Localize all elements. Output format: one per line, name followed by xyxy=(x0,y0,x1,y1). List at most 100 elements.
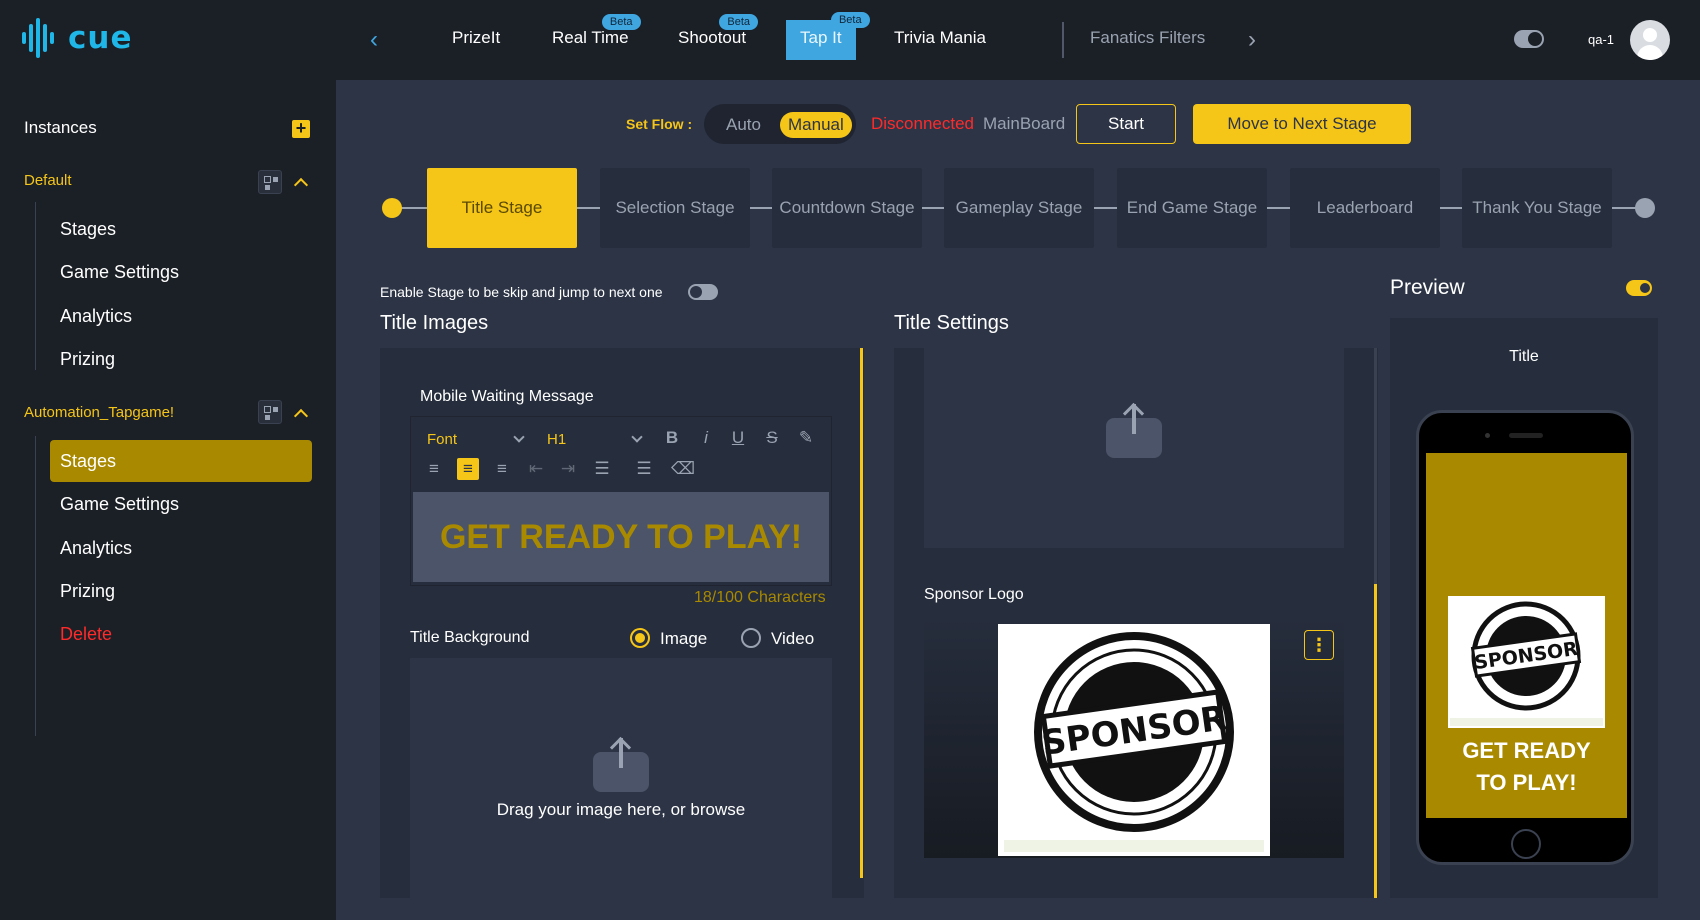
upload-icon xyxy=(1106,404,1162,458)
flow-manual-option[interactable]: Manual xyxy=(780,112,852,138)
chevron-up-icon[interactable] xyxy=(293,177,309,193)
bold-icon[interactable]: B xyxy=(661,427,683,449)
phone-speaker xyxy=(1509,433,1543,438)
indent-increase-icon[interactable]: ⇥ xyxy=(557,458,579,480)
mobile-waiting-message-label: Mobile Waiting Message xyxy=(420,388,594,405)
image-radio-label[interactable]: Image xyxy=(660,629,707,649)
logo-text: cue xyxy=(68,20,133,56)
sponsor-stamp-icon: SPONSOR xyxy=(1004,632,1264,852)
align-center-icon[interactable]: ≡ xyxy=(457,458,479,480)
phone-mockup: SPONSOR GET READY TO PLAY! xyxy=(1416,410,1634,865)
sidebar-item-prizing[interactable]: Prizing xyxy=(50,338,312,380)
tab-shootout[interactable]: Shootout Beta xyxy=(678,14,759,48)
qr-code-icon[interactable] xyxy=(258,170,282,194)
top-bar: cue ‹ PrizeIt Real Time Beta Shootout Beta… xyxy=(0,0,1700,80)
tree-line xyxy=(35,436,36,736)
video-radio-label[interactable]: Video xyxy=(771,629,814,649)
eraser-icon[interactable]: ⌫ xyxy=(671,458,695,480)
font-select[interactable]: Font xyxy=(427,431,457,448)
tab-tap-it[interactable]: Tap It Beta xyxy=(786,12,870,60)
preview-toggle[interactable] xyxy=(1626,280,1652,296)
image-radio[interactable] xyxy=(630,628,650,648)
nav-next-icon[interactable]: › xyxy=(1248,26,1256,54)
preview-heading: Preview xyxy=(1390,276,1465,299)
sidebar-item-prizing[interactable]: Prizing xyxy=(50,570,312,612)
tab-prizeit[interactable]: PrizeIt xyxy=(452,28,500,48)
more-options-icon[interactable]: ⋮ xyxy=(1304,630,1334,660)
character-count: 18/100 Characters xyxy=(694,589,826,606)
chevron-up-icon[interactable] xyxy=(293,408,309,424)
sidebar-item-stages-active[interactable]: Stages xyxy=(50,440,312,482)
preview-panel: Title SPONSOR GET READY TO PLAY! xyxy=(1390,318,1658,898)
video-radio[interactable] xyxy=(741,628,761,648)
stage-gameplay[interactable]: Gameplay Stage xyxy=(944,168,1094,248)
strikethrough-icon[interactable]: S xyxy=(761,427,783,449)
indent-decrease-icon[interactable]: ⇤ xyxy=(525,458,547,480)
title-settings-scrollbar[interactable] xyxy=(1374,584,1377,898)
nav-divider xyxy=(1062,22,1064,58)
rich-text-editor: Font H1 B i U S ✎ ≡ ≡ ≡ ⇤ ⇥ ☰ ☰ ⌫ GET RE… xyxy=(410,416,832,586)
stage-thank-you[interactable]: Thank You Stage xyxy=(1462,168,1612,248)
user-name: qa-1 xyxy=(1588,32,1615,47)
tab-trivia-mania[interactable]: Trivia Mania xyxy=(894,28,986,48)
highlight-icon[interactable]: ✎ xyxy=(795,427,817,449)
sidebar-item-analytics[interactable]: Analytics xyxy=(50,295,312,337)
nav-prev-icon[interactable]: ‹ xyxy=(370,26,378,54)
skip-stage-label: Enable Stage to be skip and jump to next… xyxy=(380,284,663,300)
sidebar: Instances + Default Stages Game Settings… xyxy=(0,80,336,920)
preview-stage-label: Title xyxy=(1509,348,1539,365)
chevron-down-icon[interactable] xyxy=(631,431,643,443)
move-next-stage-button[interactable]: Move to Next Stage xyxy=(1193,104,1411,144)
sidebar-item-game-settings[interactable]: Game Settings xyxy=(50,483,312,525)
upload-zone[interactable] xyxy=(924,348,1344,548)
underline-icon[interactable]: U xyxy=(727,427,749,449)
stage-end-game[interactable]: End Game Stage xyxy=(1117,168,1267,248)
heading-select[interactable]: H1 xyxy=(547,431,566,448)
tab-fanatics-filters[interactable]: Fanatics Filters xyxy=(1090,28,1205,48)
sidebar-item-delete[interactable]: Delete xyxy=(50,613,312,655)
numbered-list-icon[interactable]: ☰ xyxy=(591,458,613,480)
add-instance-button[interactable]: + xyxy=(292,119,310,138)
title-settings-heading: Title Settings xyxy=(894,312,1009,334)
flow-switch[interactable]: Auto Manual xyxy=(704,104,856,144)
sponsor-logo-image: SPONSOR xyxy=(998,624,1270,856)
sidebar-item-analytics[interactable]: Analytics xyxy=(50,527,312,569)
stage-title[interactable]: Title Stage xyxy=(427,168,577,248)
italic-icon[interactable]: i xyxy=(695,427,717,449)
stage-countdown[interactable]: Countdown Stage xyxy=(772,168,922,248)
start-button[interactable]: Start xyxy=(1076,104,1176,144)
flow-auto-option[interactable]: Auto xyxy=(718,112,769,138)
title-images-heading: Title Images xyxy=(380,312,489,334)
phone-camera xyxy=(1485,433,1490,438)
align-right-icon[interactable]: ≡ xyxy=(491,458,513,480)
sidebar-item-game-settings[interactable]: Game Settings xyxy=(50,251,312,293)
align-left-icon[interactable]: ≡ xyxy=(423,458,445,480)
phone-screen: SPONSOR GET READY TO PLAY! xyxy=(1426,453,1627,818)
title-images-scrollbar[interactable] xyxy=(860,348,863,878)
background-dropzone[interactable] xyxy=(410,658,832,898)
stage-selection[interactable]: Selection Stage xyxy=(600,168,750,248)
instance-default[interactable]: Default xyxy=(24,172,72,189)
sponsor-logo-label: Sponsor Logo xyxy=(924,586,1024,603)
sponsor-logo-box: SPONSOR ⋮ xyxy=(924,618,1344,858)
avatar[interactable] xyxy=(1630,20,1670,60)
phone-home-button xyxy=(1511,829,1541,859)
tab-real-time[interactable]: Real Time Beta xyxy=(552,14,641,48)
message-input[interactable]: GET READY TO PLAY! xyxy=(413,492,829,582)
cue-logo[interactable]: cue xyxy=(22,18,132,58)
phone-message: GET READY TO PLAY! xyxy=(1462,738,1591,795)
sponsor-stamp-icon: SPONSOR xyxy=(1450,601,1603,726)
stage-leaderboard[interactable]: Leaderboard xyxy=(1290,168,1440,248)
sidebar-item-stages[interactable]: Stages xyxy=(50,208,312,250)
tree-line xyxy=(35,202,36,370)
stepper-start-dot xyxy=(382,198,402,218)
chevron-down-icon[interactable] xyxy=(513,431,525,443)
theme-toggle-icon[interactable] xyxy=(1514,30,1544,48)
dropzone-text[interactable]: Drag your image here, or browse xyxy=(410,800,832,820)
stepper-end-dot xyxy=(1635,198,1655,218)
waveform-icon xyxy=(22,18,60,58)
bullet-list-icon[interactable]: ☰ xyxy=(633,458,655,480)
skip-stage-toggle[interactable] xyxy=(688,284,718,300)
instance-automation-tapgame[interactable]: Automation_Tapgame! xyxy=(24,404,174,421)
qr-code-icon[interactable] xyxy=(258,400,282,424)
